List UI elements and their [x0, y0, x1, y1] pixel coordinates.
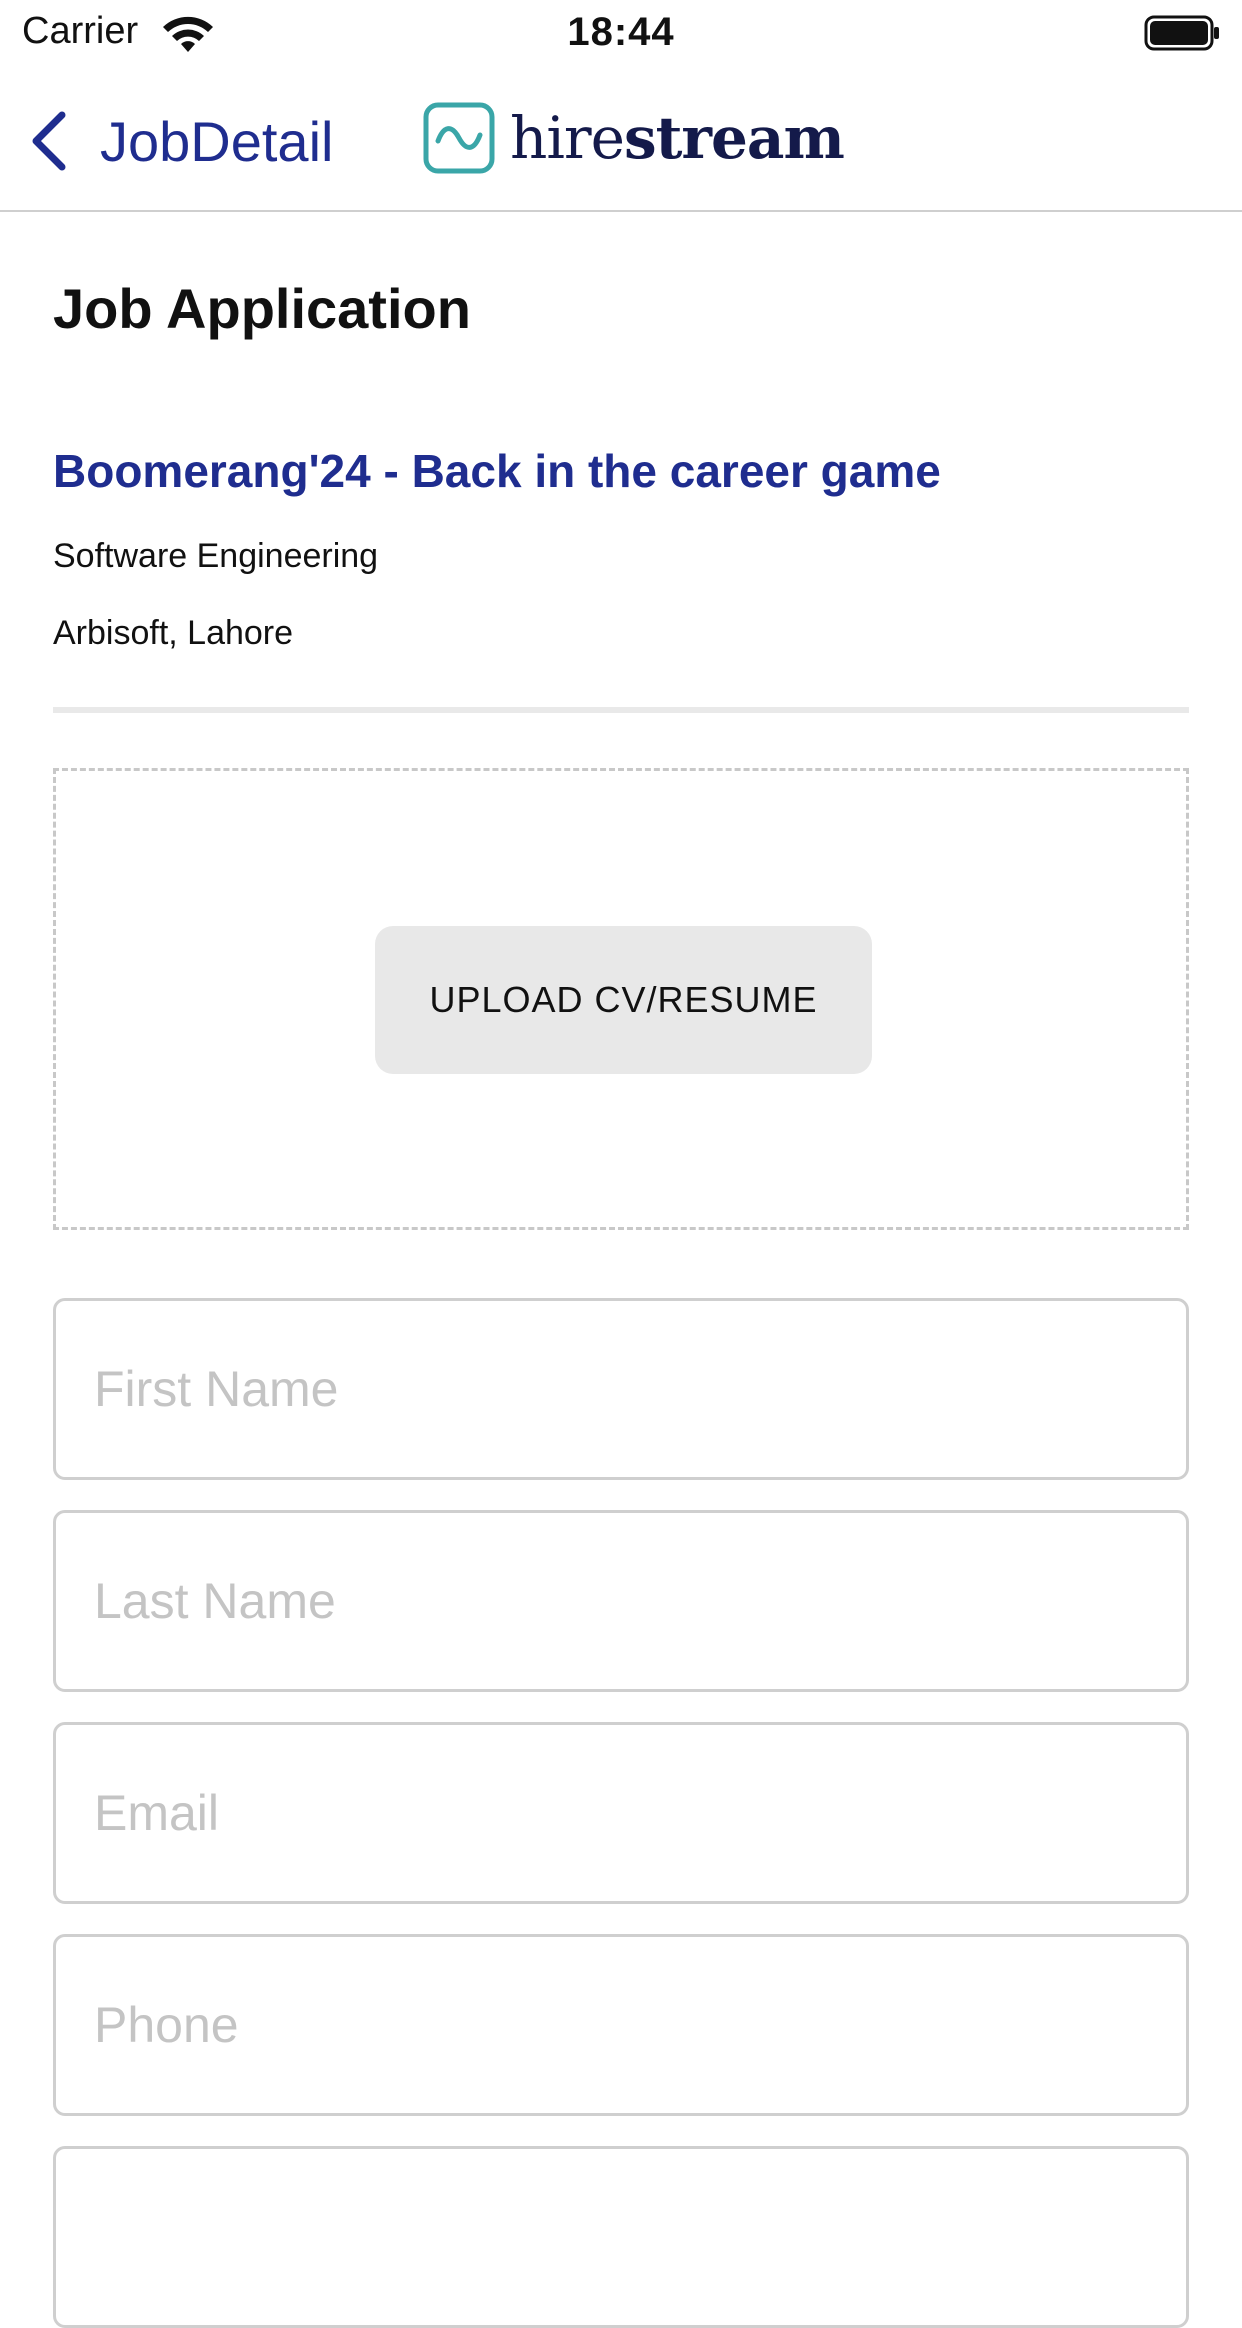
- brand-name: hirestream: [510, 109, 845, 167]
- email-input[interactable]: [53, 1722, 1189, 1904]
- upload-cv-button[interactable]: UPLOAD CV/RESUME: [375, 926, 872, 1074]
- wave-logo-icon: [423, 102, 495, 174]
- back-button-label: JobDetail: [100, 109, 334, 173]
- job-category: Software Engineering: [53, 537, 379, 575]
- back-button[interactable]: JobDetail: [26, 106, 333, 176]
- job-location: Arbisoft, Lahore: [53, 614, 294, 652]
- first-name-input[interactable]: [53, 1298, 1189, 1480]
- brand-name-suffix: stream: [623, 104, 845, 172]
- cv-upload-dropzone[interactable]: UPLOAD CV/RESUME: [53, 768, 1189, 1230]
- last-name-input[interactable]: [53, 1510, 1189, 1692]
- page-title: Job Application: [53, 277, 471, 340]
- job-title: Boomerang'24 - Back in the career game: [53, 445, 941, 497]
- navigation-bar: JobDetail hirestream: [0, 66, 1242, 212]
- status-time: 18:44: [567, 10, 675, 54]
- status-bar: Carrier 18:44: [0, 0, 1242, 66]
- brand-name-prefix: hire: [510, 104, 625, 172]
- section-divider: [53, 707, 1189, 713]
- phone-input[interactable]: [53, 1934, 1189, 2116]
- battery-full-icon: [1144, 15, 1219, 51]
- next-form-input[interactable]: [53, 2146, 1189, 2328]
- brand-logo: hirestream: [422, 100, 845, 176]
- chevron-left-icon: [32, 111, 66, 171]
